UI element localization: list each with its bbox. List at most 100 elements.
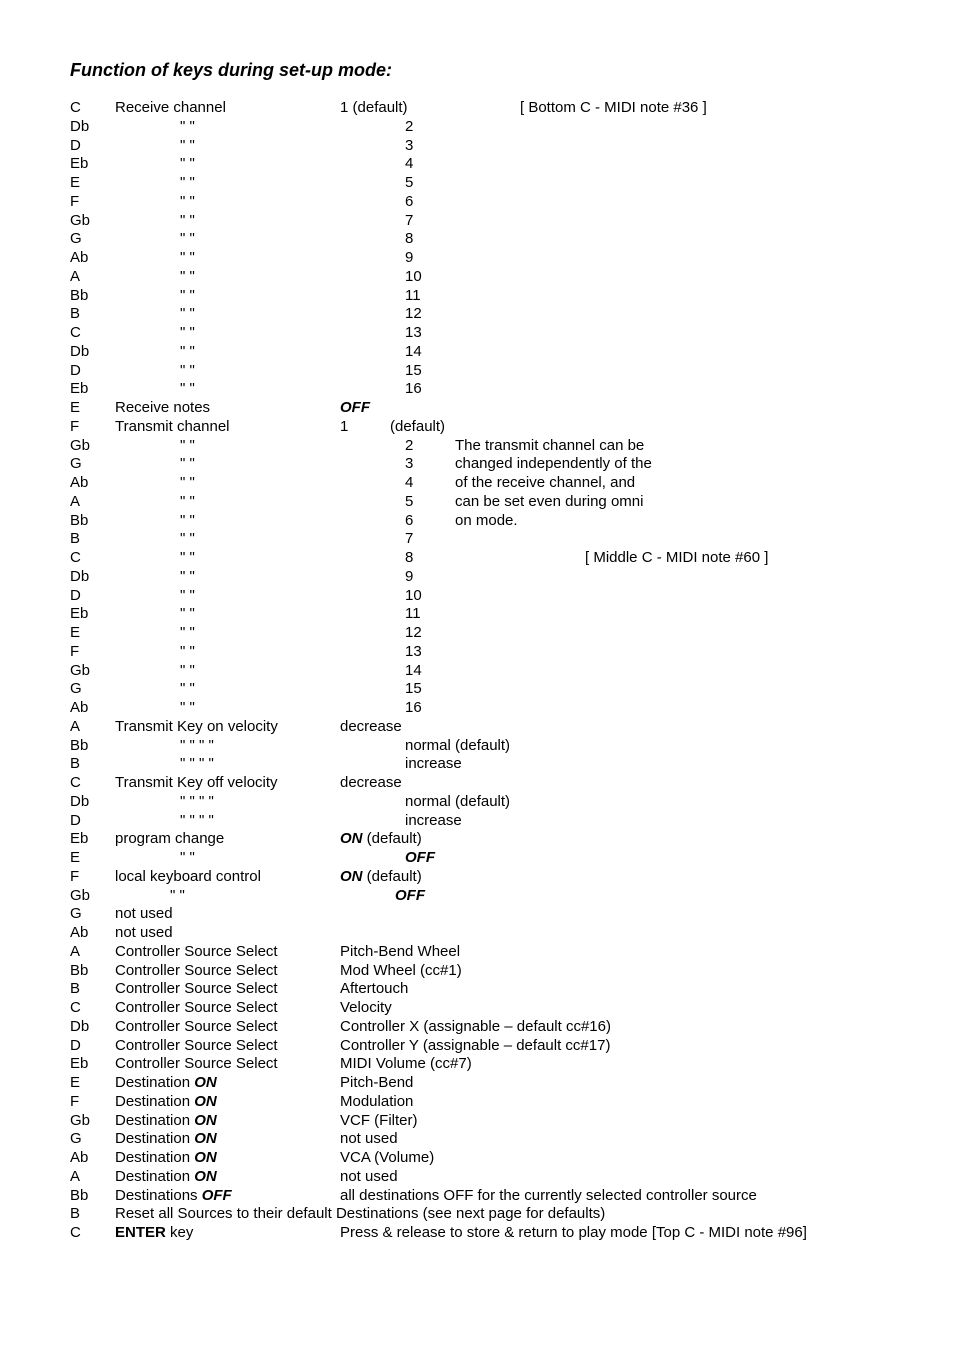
function-value: 6 xyxy=(405,512,455,531)
function-name: " " xyxy=(115,343,405,362)
function-value: 3 xyxy=(405,137,455,156)
function-value: 15 xyxy=(405,362,455,381)
key-label: D xyxy=(70,812,115,831)
key-label: C xyxy=(70,774,115,793)
table-row: D" " " "increase xyxy=(70,812,884,831)
function-name: Controller Source Select xyxy=(115,980,340,999)
table-row: G" "3changed independently of the xyxy=(70,455,884,474)
table-row: CENTER keyPress & release to store & ret… xyxy=(70,1224,884,1243)
function-name: not used xyxy=(115,905,340,924)
function-value: 14 xyxy=(405,343,455,362)
key-label: C xyxy=(70,99,115,118)
key-label: Eb xyxy=(70,830,115,849)
table-row: Gb" "2The transmit channel can be xyxy=(70,437,884,456)
function-name: " " xyxy=(115,305,405,324)
function-name: " " xyxy=(115,287,405,306)
function-name: Transmit Key on velocity xyxy=(115,718,340,737)
table-row: DbController Source SelectController X (… xyxy=(70,1018,884,1037)
function-name: " " xyxy=(115,849,405,868)
key-label: G xyxy=(70,230,115,249)
key-label: Db xyxy=(70,568,115,587)
key-label: A xyxy=(70,718,115,737)
table-row: E" "12 xyxy=(70,624,884,643)
function-value: 2 xyxy=(405,118,455,137)
function-value: not used xyxy=(340,1168,884,1187)
table-row: DController Source SelectController Y (a… xyxy=(70,1037,884,1056)
key-label: Eb xyxy=(70,380,115,399)
function-description: [ Bottom C - MIDI note #36 ] xyxy=(390,99,884,118)
key-label: E xyxy=(70,1074,115,1093)
table-row: E" "5 xyxy=(70,174,884,193)
function-name: " " " " xyxy=(115,812,405,831)
table-row: CTransmit Key off velocitydecrease xyxy=(70,774,884,793)
function-description: can be set even during omni xyxy=(455,493,884,512)
table-row: Db" "2 xyxy=(70,118,884,137)
key-label: F xyxy=(70,193,115,212)
table-row: E" "OFF xyxy=(70,849,884,868)
key-label: A xyxy=(70,493,115,512)
key-label: C xyxy=(70,324,115,343)
function-name: local keyboard control xyxy=(115,868,340,887)
function-value: Modulation xyxy=(340,1093,884,1112)
table-row: EbController Source SelectMIDI Volume (c… xyxy=(70,1055,884,1074)
function-name: " " xyxy=(115,193,405,212)
function-value: 9 xyxy=(405,568,455,587)
key-label: B xyxy=(70,1205,115,1224)
table-row: Bb" "11 xyxy=(70,287,884,306)
table-row: Flocal keyboard controlON (default) xyxy=(70,868,884,887)
key-label: Db xyxy=(70,343,115,362)
table-row: A" "5can be set even during omni xyxy=(70,493,884,512)
function-name: Controller Source Select xyxy=(115,943,340,962)
function-value: decrease xyxy=(340,718,884,737)
table-row: G" "15 xyxy=(70,680,884,699)
function-value: decrease xyxy=(340,774,884,793)
function-name: " " xyxy=(115,699,405,718)
function-name: not used xyxy=(115,924,340,943)
function-description: on mode. xyxy=(455,512,884,531)
function-value: 1 xyxy=(340,418,390,437)
function-name: " " xyxy=(115,568,405,587)
table-row: Ebprogram changeON (default) xyxy=(70,830,884,849)
function-name: Destinations OFF xyxy=(115,1187,340,1206)
key-label: B xyxy=(70,755,115,774)
table-row: F" "6 xyxy=(70,193,884,212)
function-name: " " xyxy=(115,587,405,606)
function-text: Reset all Sources to their default Desti… xyxy=(115,1205,884,1224)
table-row: AController Source SelectPitch-Bend Whee… xyxy=(70,943,884,962)
table-row: Gb" "OFF xyxy=(70,887,884,906)
function-value: 4 xyxy=(405,155,455,174)
table-row: C" "13 xyxy=(70,324,884,343)
function-value: 9 xyxy=(405,249,455,268)
table-row: GDestination ONnot used xyxy=(70,1130,884,1149)
function-name: Transmit channel xyxy=(115,418,340,437)
key-label: B xyxy=(70,980,115,999)
table-row: B" "7 xyxy=(70,530,884,549)
function-value: OFF xyxy=(395,887,884,906)
function-value: 12 xyxy=(405,624,455,643)
key-label: Ab xyxy=(70,474,115,493)
function-value: 16 xyxy=(405,699,455,718)
page: Function of keys during set-up mode: CRe… xyxy=(0,0,954,1351)
function-name: " " xyxy=(115,212,405,231)
function-value: 1 (default) xyxy=(340,99,390,118)
function-value: 10 xyxy=(405,587,455,606)
key-label: E xyxy=(70,849,115,868)
key-label: Db xyxy=(70,793,115,812)
function-value: OFF xyxy=(340,399,390,418)
key-label: F xyxy=(70,418,115,437)
key-label: Bb xyxy=(70,287,115,306)
key-label: F xyxy=(70,1093,115,1112)
table-row: Gb" "14 xyxy=(70,662,884,681)
table-row: Db" "9 xyxy=(70,568,884,587)
key-function-table: CReceive channel1 (default)[ Bottom C - … xyxy=(70,99,884,1243)
table-row: CReceive channel1 (default)[ Bottom C - … xyxy=(70,99,884,118)
function-value: Mod Wheel (cc#1) xyxy=(340,962,884,981)
function-name: Controller Source Select xyxy=(115,999,340,1018)
key-label: Eb xyxy=(70,605,115,624)
table-row: Eb" "4 xyxy=(70,155,884,174)
function-value: 10 xyxy=(405,268,455,287)
function-value: 12 xyxy=(405,305,455,324)
table-row: BController Source SelectAftertouch xyxy=(70,980,884,999)
function-description: The transmit channel can be xyxy=(455,437,884,456)
table-row: B" "12 xyxy=(70,305,884,324)
